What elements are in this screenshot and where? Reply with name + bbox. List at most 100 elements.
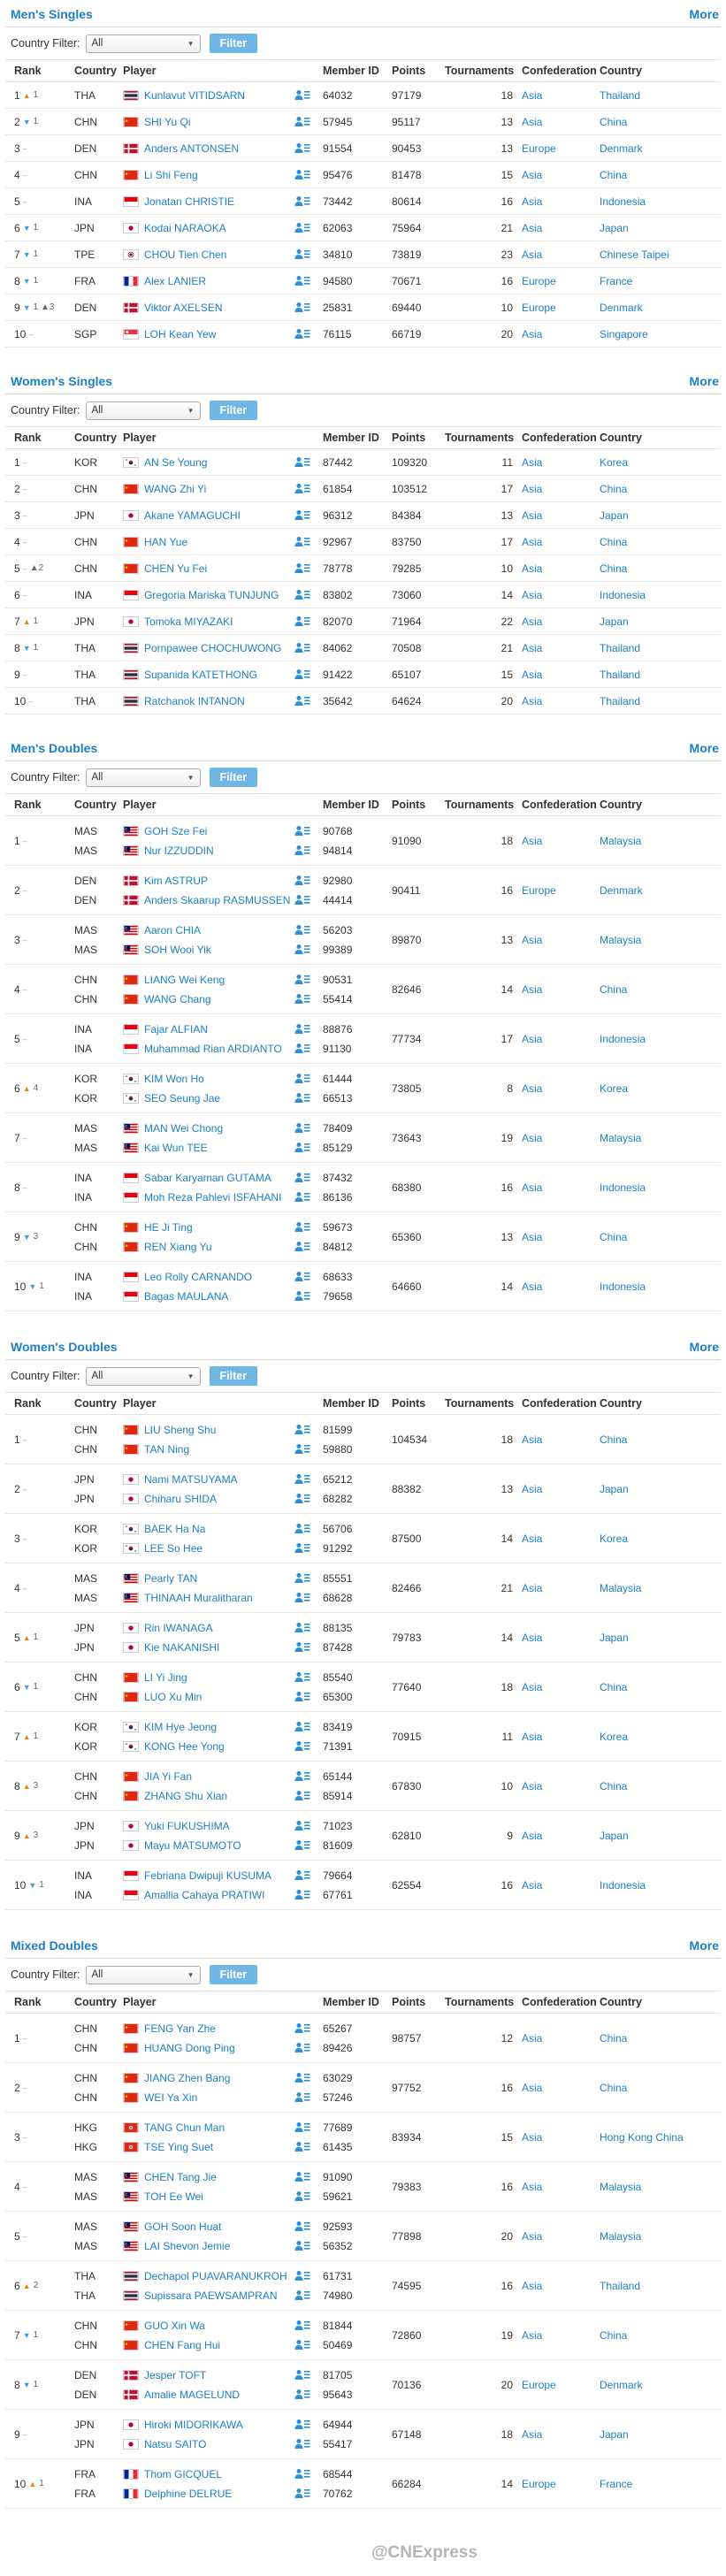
player-name-link[interactable]: CHEN Fang Hui [144, 2339, 220, 2351]
confederation-link[interactable]: Asia [522, 1879, 542, 1892]
country-name-link[interactable]: Japan [600, 1632, 629, 1644]
country-name-link[interactable]: Korea [600, 456, 628, 469]
player-profile-icon[interactable] [294, 1023, 310, 1035]
player-name-link[interactable]: LOH Kean Yew [144, 328, 216, 340]
player-name-link[interactable]: Muhammad Rian ARDIANTO [144, 1043, 282, 1055]
player-profile-icon[interactable] [294, 2339, 310, 2351]
country-name-link[interactable]: Thailand [600, 695, 640, 707]
confederation-link[interactable]: Asia [522, 669, 542, 681]
confederation-link[interactable]: Asia [522, 222, 542, 234]
country-name-link[interactable]: China [600, 2032, 627, 2045]
confederation-link[interactable]: Asia [522, 89, 542, 102]
player-name-link[interactable]: BAEK Ha Na [144, 1523, 205, 1535]
player-name-link[interactable]: JIANG Zhen Bang [144, 2072, 230, 2084]
more-link[interactable]: More [690, 7, 719, 21]
player-profile-icon[interactable] [294, 2468, 310, 2480]
country-name-link[interactable]: France [600, 275, 632, 287]
country-name-link[interactable]: Denmark [600, 142, 643, 155]
confederation-link[interactable]: Asia [522, 1533, 542, 1545]
player-name-link[interactable]: Ratchanok INTANON [144, 695, 245, 707]
confederation-link[interactable]: Asia [522, 1780, 542, 1792]
player-name-link[interactable]: Anders Skaarup RASMUSSEN [144, 894, 290, 906]
country-name-link[interactable]: Japan [600, 2428, 629, 2441]
player-name-link[interactable]: HUANG Dong Ping [144, 2042, 235, 2054]
player-name-link[interactable]: CHOU Tien Chen [144, 248, 226, 261]
player-profile-icon[interactable] [294, 1172, 310, 1183]
player-name-link[interactable]: Gregoria Mariska TUNJUNG [144, 589, 279, 601]
player-name-link[interactable]: AN Se Young [144, 456, 207, 469]
confederation-link[interactable]: Asia [522, 2230, 542, 2243]
country-name-link[interactable]: Indonesia [600, 1280, 646, 1293]
player-name-link[interactable]: Delphine DELRUE [144, 2488, 232, 2500]
player-profile-icon[interactable] [294, 2419, 310, 2430]
confederation-link[interactable]: Asia [522, 1681, 542, 1693]
country-name-link[interactable]: China [600, 2329, 627, 2342]
player-name-link[interactable]: Natsu SAITO [144, 2438, 206, 2450]
player-name-link[interactable]: CHEN Yu Fei [144, 562, 207, 575]
player-profile-icon[interactable] [294, 2270, 310, 2282]
player-profile-icon[interactable] [294, 1740, 310, 1752]
player-name-link[interactable]: Nami MATSUYAMA [144, 1473, 238, 1486]
confederation-link[interactable]: Asia [522, 2131, 542, 2144]
confederation-link[interactable]: Asia [522, 116, 542, 128]
player-name-link[interactable]: LIU Sheng Shu [144, 1424, 216, 1436]
more-link[interactable]: More [690, 374, 719, 388]
player-name-link[interactable]: LUO Xu Min [144, 1691, 202, 1703]
player-profile-icon[interactable] [294, 89, 310, 101]
confederation-link[interactable]: Asia [522, 1433, 542, 1446]
confederation-link[interactable]: Asia [522, 934, 542, 946]
confederation-link[interactable]: Asia [522, 1082, 542, 1095]
confederation-link[interactable]: Europe [522, 275, 556, 287]
player-profile-icon[interactable] [294, 275, 310, 287]
player-name-link[interactable]: SEO Seung Jae [144, 1092, 220, 1105]
country-name-link[interactable]: Indonesia [600, 1879, 646, 1892]
player-name-link[interactable]: THINAAH Muralitharan [144, 1592, 253, 1604]
player-profile-icon[interactable] [294, 944, 310, 955]
player-profile-icon[interactable] [294, 2072, 310, 2083]
confederation-link[interactable]: Asia [522, 2032, 542, 2045]
player-profile-icon[interactable] [294, 1869, 310, 1881]
country-filter-select[interactable]: All ▼ [85, 1965, 201, 1984]
player-name-link[interactable]: Jesper TOFT [144, 2369, 206, 2381]
player-name-link[interactable]: Rin IWANAGA [144, 1622, 213, 1634]
player-name-link[interactable]: TAN Ning [144, 1443, 189, 1456]
player-profile-icon[interactable] [294, 2320, 310, 2331]
country-name-link[interactable]: Singapore [600, 328, 648, 340]
country-name-link[interactable]: China [600, 1433, 627, 1446]
country-name-link[interactable]: Malaysia [600, 1582, 641, 1594]
player-name-link[interactable]: Dechapol PUAVARANUKROH [144, 2270, 287, 2282]
country-name-link[interactable]: Malaysia [600, 1132, 641, 1144]
player-profile-icon[interactable] [294, 2369, 310, 2381]
player-profile-icon[interactable] [294, 2240, 310, 2251]
player-name-link[interactable]: LI Yi Jing [144, 1671, 187, 1684]
country-name-link[interactable]: Chinese Taipei [600, 248, 669, 261]
player-name-link[interactable]: Nur IZZUDDIN [144, 845, 214, 857]
country-name-link[interactable]: Thailand [600, 669, 640, 681]
confederation-link[interactable]: Asia [522, 1132, 542, 1144]
player-name-link[interactable]: Fajar ALFIAN [144, 1023, 208, 1036]
country-name-link[interactable]: Indonesia [600, 1181, 646, 1194]
country-name-link[interactable]: Hong Kong China [600, 2131, 684, 2144]
player-profile-icon[interactable] [294, 615, 310, 627]
player-name-link[interactable]: WANG Chang [144, 993, 211, 1005]
filter-button[interactable]: Filter [209, 768, 258, 787]
player-profile-icon[interactable] [294, 248, 310, 260]
player-name-link[interactable]: KIM Won Ho [144, 1073, 204, 1085]
more-link[interactable]: More [690, 1340, 719, 1354]
player-profile-icon[interactable] [294, 1271, 310, 1282]
country-name-link[interactable]: Thailand [600, 89, 640, 102]
country-name-link[interactable]: Denmark [600, 2379, 643, 2391]
player-profile-icon[interactable] [294, 1820, 310, 1831]
player-profile-icon[interactable] [294, 1523, 310, 1534]
player-profile-icon[interactable] [294, 1221, 310, 1233]
player-profile-icon[interactable] [294, 845, 310, 856]
player-profile-icon[interactable] [294, 1473, 310, 1485]
more-link[interactable]: More [690, 741, 719, 755]
confederation-link[interactable]: Asia [522, 1280, 542, 1293]
player-profile-icon[interactable] [294, 669, 310, 680]
country-name-link[interactable]: China [600, 983, 627, 996]
confederation-link[interactable]: Asia [522, 1231, 542, 1243]
player-name-link[interactable]: WEI Ya Xin [144, 2091, 197, 2104]
confederation-link[interactable]: Asia [522, 483, 542, 495]
country-name-link[interactable]: China [600, 1681, 627, 1693]
